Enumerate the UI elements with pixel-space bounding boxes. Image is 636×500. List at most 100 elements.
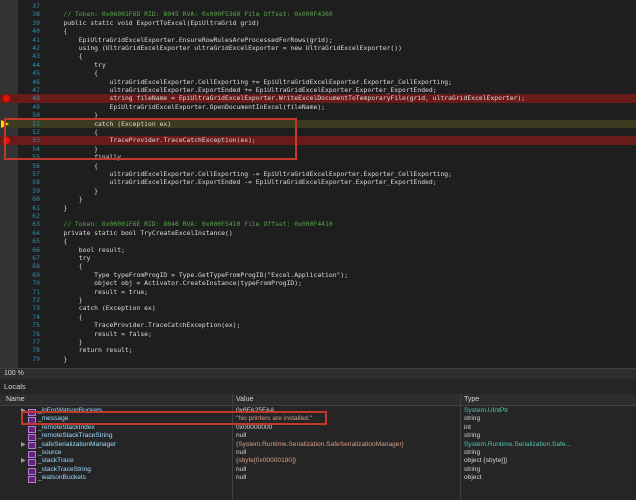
variable-value[interactable]: null: [236, 466, 246, 474]
code-text[interactable]: ultraGridExcelExporter.CellExporting -= …: [48, 170, 452, 178]
code-text[interactable]: }: [48, 296, 83, 304]
code-text[interactable]: Type typeFromProgID = Type.GetTypeFromPr…: [48, 271, 348, 279]
line-number: 71: [32, 287, 40, 296]
code-line[interactable]: 49 EpiUltraGridExcelExporter.OpenDocumen…: [0, 103, 636, 111]
code-line[interactable]: 61 }: [0, 204, 636, 212]
code-text[interactable]: private static bool TryCreateExcelInstan…: [48, 229, 232, 237]
code-line[interactable]: 67 try: [0, 254, 636, 262]
code-line[interactable]: 38 // Token: 0x06001F6D RID: 8045 RVA: 0…: [0, 10, 636, 18]
code-text[interactable]: result = false;: [48, 330, 152, 338]
code-line[interactable]: 66 bool result;: [0, 246, 636, 254]
expand-arrow-icon[interactable]: ▶: [21, 457, 26, 465]
line-number: 67: [32, 254, 40, 262]
code-line[interactable]: 75 TraceProvider.TraceCatchException(ex)…: [0, 321, 636, 329]
locals-row[interactable]: _watsonBuckets null object: [0, 474, 636, 483]
breakpoint-icon[interactable]: [3, 95, 10, 103]
code-line[interactable]: 58 ultraGridExcelExporter.ExportEnded -=…: [0, 178, 636, 186]
code-line[interactable]: 62: [0, 212, 636, 220]
code-line[interactable]: 68 {: [0, 262, 636, 270]
code-text[interactable]: try: [48, 61, 106, 69]
code-text[interactable]: catch (Exception ex): [48, 304, 156, 312]
variable-value[interactable]: {System.Runtime.Serialization.SafeSerial…: [236, 441, 404, 449]
code-text[interactable]: TraceProvider.TraceCatchException(ex);: [48, 321, 240, 329]
column-header-name[interactable]: Name: [6, 395, 25, 405]
column-header-value[interactable]: Value: [236, 395, 253, 405]
code-line[interactable]: 45 {: [0, 69, 636, 77]
code-line[interactable]: 71 result = true;: [0, 288, 636, 296]
code-line[interactable]: 47 ultraGridExcelExporter.ExportEnded +=…: [0, 86, 636, 94]
variable-type: object {sbyte[]}: [464, 457, 508, 465]
code-line[interactable]: 78 return result;: [0, 346, 636, 354]
code-text[interactable]: string fileName = EpiUltraGridExcelExpor…: [48, 94, 526, 102]
code-line[interactable]: 48 string fileName = EpiUltraGridExcelEx…: [0, 94, 636, 103]
code-line[interactable]: 64 private static bool TryCreateExcelIns…: [0, 229, 636, 237]
code-text[interactable]: return result;: [48, 346, 133, 354]
code-text[interactable]: // Token: 0x06001F6D RID: 8045 RVA: 0x00…: [48, 10, 332, 18]
code-line[interactable]: 39 public static void ExportToExcel(EpiU…: [0, 19, 636, 27]
code-text[interactable]: {: [48, 69, 98, 77]
code-text[interactable]: {: [48, 27, 67, 35]
code-text[interactable]: }: [48, 187, 98, 195]
code-line[interactable]: 41 EpiUltraGridExcelExporter.EnsureRowRu…: [0, 36, 636, 44]
code-line[interactable]: 57 ultraGridExcelExporter.CellExporting …: [0, 170, 636, 178]
code-editor[interactable]: 37 38 // Token: 0x06001F6D RID: 8045 RVA:…: [0, 0, 636, 368]
locals-row[interactable]: _remoteStackTraceString null string: [0, 432, 636, 441]
code-line[interactable]: 72 }: [0, 296, 636, 304]
line-number: 66: [32, 245, 40, 254]
locals-row[interactable]: _source null string: [0, 449, 636, 458]
code-text[interactable]: using (UltraGridExcelExporter ultraGridE…: [48, 44, 402, 52]
code-line[interactable]: 79 }: [0, 355, 636, 363]
code-line[interactable]: 37: [0, 2, 636, 10]
variable-type: int: [464, 423, 471, 431]
code-line[interactable]: 70 object obj = Activator.CreateInstance…: [0, 279, 636, 287]
locals-row[interactable]: ▶ _stackTrace {sbyte[0x00000180]} object {s…: [0, 457, 636, 467]
variable-name: _source: [38, 449, 62, 456]
variable-value[interactable]: null: [236, 474, 246, 482]
variable-value[interactable]: 0x00000000: [236, 424, 272, 432]
code-text[interactable]: {: [48, 162, 98, 170]
locals-row[interactable]: _remoteStackIndex 0x00000000 int: [0, 423, 636, 433]
code-text[interactable]: {: [48, 313, 83, 321]
code-line[interactable]: 77 }: [0, 338, 636, 346]
code-text[interactable]: }: [48, 355, 67, 363]
code-text[interactable]: EpiUltraGridExcelExporter.OpenDocumentIn…: [48, 103, 325, 111]
code-line[interactable]: 59 }: [0, 187, 636, 195]
code-line[interactable]: 56 {: [0, 162, 636, 170]
code-text[interactable]: {: [48, 52, 83, 60]
zoom-level[interactable]: 100 %: [4, 369, 24, 379]
code-text[interactable]: }: [48, 204, 67, 212]
variable-value[interactable]: null: [236, 432, 246, 440]
code-text[interactable]: {: [48, 262, 83, 270]
variable-value[interactable]: null: [236, 449, 246, 457]
column-header-type[interactable]: Type: [464, 395, 479, 405]
code-text[interactable]: }: [48, 195, 83, 203]
code-text[interactable]: // Token: 0x06001F6E RID: 8046 RVA: 0x00…: [48, 220, 332, 228]
code-text[interactable]: ultraGridExcelExporter.ExportEnded += Ep…: [48, 86, 437, 94]
code-text[interactable]: ultraGridExcelExporter.ExportEnded -= Ep…: [48, 178, 437, 186]
code-line[interactable]: 40 {: [0, 27, 636, 35]
variable-value[interactable]: {sbyte[0x00000180]}: [236, 457, 296, 465]
locals-row[interactable]: _stackTraceString null string: [0, 466, 636, 475]
code-line[interactable]: 73 catch (Exception ex): [0, 304, 636, 312]
code-line[interactable]: 44 try: [0, 61, 636, 69]
code-line[interactable]: 69 Type typeFromProgID = Type.GetTypeFro…: [0, 271, 636, 279]
code-line[interactable]: 43 {: [0, 52, 636, 60]
code-text[interactable]: object obj = Activator.CreateInstance(ty…: [48, 279, 302, 287]
code-text[interactable]: ultraGridExcelExporter.CellExporting += …: [48, 78, 452, 86]
code-text[interactable]: try: [48, 254, 91, 262]
code-line[interactable]: 60 }: [0, 195, 636, 203]
code-line[interactable]: 74 {: [0, 313, 636, 321]
code-line[interactable]: 46 ultraGridExcelExporter.CellExporting …: [0, 78, 636, 86]
locals-row[interactable]: ▶ _safeSerializationManager {System.Runtim…: [0, 441, 636, 450]
code-line[interactable]: 63 // Token: 0x06001F6E RID: 8046 RVA: 0…: [0, 220, 636, 228]
code-text[interactable]: result = true;: [48, 288, 148, 296]
code-line[interactable]: 42 using (UltraGridExcelExporter ultraGr…: [0, 44, 636, 52]
code-line[interactable]: 76 result = false;: [0, 330, 636, 338]
code-text[interactable]: bool result;: [48, 246, 125, 254]
code-text[interactable]: public static void ExportToExcel(EpiUltr…: [48, 19, 259, 27]
code-text[interactable]: EpiUltraGridExcelExporter.EnsureRowRules…: [48, 36, 333, 44]
code-line[interactable]: 65 {: [0, 237, 636, 245]
code-text[interactable]: }: [48, 338, 83, 346]
expand-arrow-icon[interactable]: ▶: [21, 441, 26, 449]
code-text[interactable]: {: [48, 237, 67, 245]
